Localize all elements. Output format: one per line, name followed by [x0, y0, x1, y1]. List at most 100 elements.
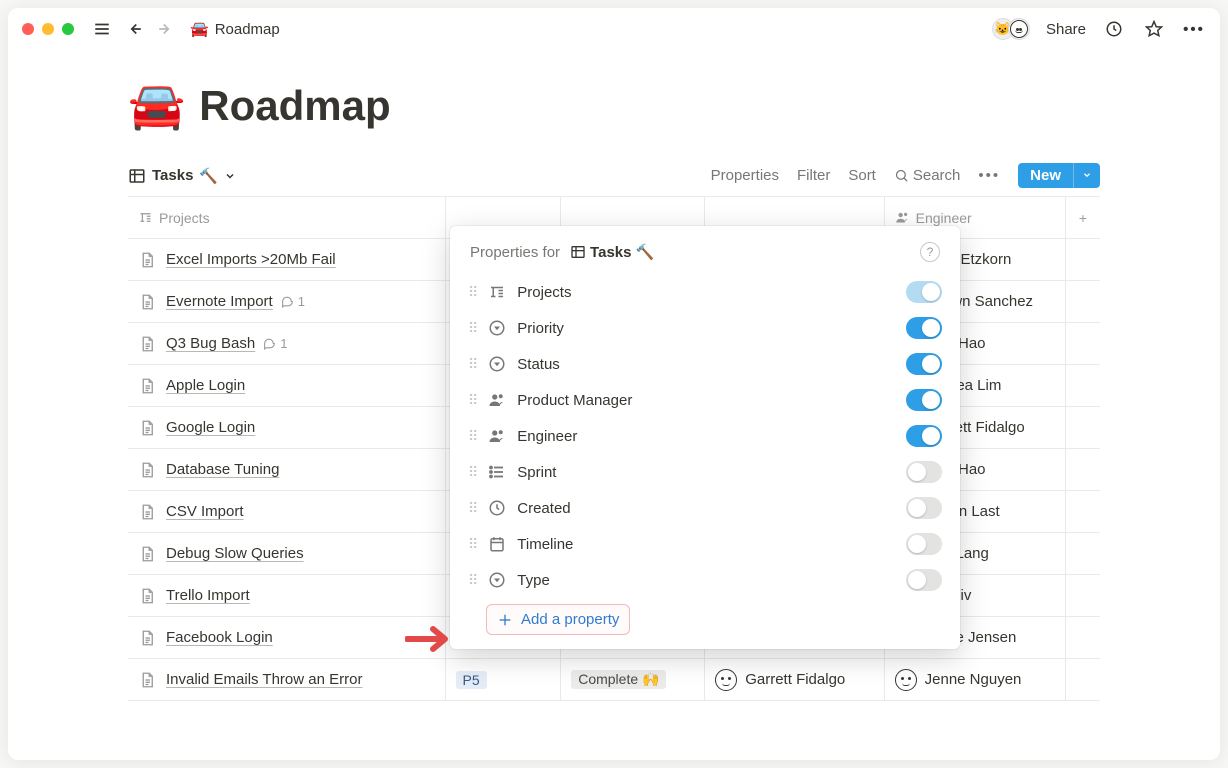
- property-label: Status: [517, 356, 560, 373]
- property-row[interactable]: ⠿ Timeline: [460, 526, 950, 562]
- presence-avatars[interactable]: 😺: [998, 18, 1030, 40]
- breadcrumb-icon: 🚘: [190, 20, 209, 38]
- add-property-label: Add a property: [521, 611, 619, 628]
- search-button[interactable]: Search: [894, 167, 961, 184]
- close-window-button[interactable]: [22, 23, 34, 35]
- visibility-toggle[interactable]: [906, 389, 942, 411]
- help-icon[interactable]: ?: [920, 242, 940, 262]
- view-switcher[interactable]: Tasks 🔨: [128, 167, 236, 185]
- property-label: Type: [517, 572, 550, 589]
- new-button[interactable]: New: [1018, 163, 1100, 188]
- page-icon[interactable]: 🚘: [128, 78, 185, 133]
- cell-project[interactable]: Q3 Bug Bash 1: [128, 323, 446, 364]
- column-header-projects[interactable]: Projects: [128, 197, 446, 238]
- page-title-text[interactable]: Roadmap: [199, 82, 390, 130]
- maximize-window-button[interactable]: [62, 23, 74, 35]
- breadcrumb[interactable]: 🚘 Roadmap: [190, 20, 280, 38]
- comment-badge[interactable]: 1: [281, 294, 305, 309]
- add-column-button[interactable]: +: [1066, 197, 1100, 238]
- nav-back-button[interactable]: [122, 17, 146, 41]
- visibility-toggle[interactable]: [906, 569, 942, 591]
- drag-handle-icon[interactable]: ⠿: [468, 500, 477, 517]
- chevron-down-icon: [224, 170, 236, 182]
- favorite-icon[interactable]: [1142, 17, 1166, 41]
- property-type-icon: [487, 427, 507, 445]
- cell-pm[interactable]: Garrett Fidalgo: [705, 659, 884, 700]
- drag-handle-icon[interactable]: ⠿: [468, 320, 477, 337]
- cell-engineer[interactable]: Jenne Nguyen: [885, 659, 1066, 700]
- table-icon: [128, 167, 146, 185]
- property-row[interactable]: ⠿ Sprint: [460, 454, 950, 490]
- new-button-label: New: [1018, 163, 1073, 188]
- property-type-icon: [487, 391, 507, 409]
- plus-icon: [497, 612, 513, 628]
- priority-chip: P5: [456, 671, 487, 689]
- cell-empty: [1066, 365, 1100, 406]
- cell-project[interactable]: Excel Imports >20Mb Fail: [128, 239, 446, 280]
- avatar: [1008, 18, 1030, 40]
- filter-button[interactable]: Filter: [797, 167, 830, 184]
- cell-project[interactable]: Facebook Login: [128, 617, 446, 658]
- cell-project[interactable]: Trello Import: [128, 575, 446, 616]
- popover-view-name: Tasks: [590, 244, 631, 261]
- property-row[interactable]: ⠿ Status: [460, 346, 950, 382]
- updates-icon[interactable]: [1102, 17, 1126, 41]
- visibility-toggle[interactable]: [906, 281, 942, 303]
- project-name: Database Tuning: [166, 461, 279, 478]
- cell-priority[interactable]: P5: [446, 659, 562, 700]
- property-row[interactable]: ⠿ Priority: [460, 310, 950, 346]
- property-type-icon: [487, 319, 507, 337]
- project-name: Evernote Import: [166, 293, 273, 310]
- window-controls: [22, 23, 74, 35]
- property-label: Created: [517, 500, 570, 517]
- nav-forward-button[interactable]: [154, 17, 178, 41]
- comment-badge[interactable]: 1: [263, 336, 287, 351]
- drag-handle-icon[interactable]: ⠿: [468, 536, 477, 553]
- properties-button[interactable]: Properties: [711, 167, 779, 184]
- add-property-button[interactable]: Add a property: [486, 604, 630, 635]
- cell-project[interactable]: Google Login: [128, 407, 446, 448]
- cell-project[interactable]: Apple Login: [128, 365, 446, 406]
- property-row[interactable]: ⠿ Type: [460, 562, 950, 598]
- new-button-caret[interactable]: [1073, 163, 1100, 188]
- minimize-window-button[interactable]: [42, 23, 54, 35]
- property-row[interactable]: ⠿ Product Manager: [460, 382, 950, 418]
- visibility-toggle[interactable]: [906, 353, 942, 375]
- sort-button[interactable]: Sort: [848, 167, 876, 184]
- visibility-toggle[interactable]: [906, 461, 942, 483]
- avatar-icon: [895, 669, 917, 691]
- visibility-toggle[interactable]: [906, 425, 942, 447]
- more-menu-icon[interactable]: •••: [1182, 17, 1206, 41]
- app-window: 🚘 Roadmap 😺 Share ••• 🚘 Roadmap: [8, 8, 1220, 760]
- popover-prefix: Properties for: [470, 244, 560, 261]
- cell-empty: [1066, 575, 1100, 616]
- property-row[interactable]: ⠿ Created: [460, 490, 950, 526]
- drag-handle-icon[interactable]: ⠿: [468, 572, 477, 589]
- table-row[interactable]: Invalid Emails Throw an Error P5 Complete …: [128, 659, 1100, 701]
- cell-project[interactable]: Database Tuning: [128, 449, 446, 490]
- drag-handle-icon[interactable]: ⠿: [468, 284, 477, 301]
- drag-handle-icon[interactable]: ⠿: [468, 356, 477, 373]
- cell-project[interactable]: Evernote Import 1: [128, 281, 446, 322]
- annotation-arrow-icon: [405, 621, 453, 662]
- visibility-toggle[interactable]: [906, 317, 942, 339]
- drag-handle-icon[interactable]: ⠿: [468, 464, 477, 481]
- cell-status[interactable]: Complete 🙌: [561, 659, 705, 700]
- view-more-icon[interactable]: •••: [978, 167, 1000, 184]
- drag-handle-icon[interactable]: ⠿: [468, 392, 477, 409]
- cell-project[interactable]: Debug Slow Queries: [128, 533, 446, 574]
- cell-empty: [1066, 323, 1100, 364]
- property-row[interactable]: ⠿ Engineer: [460, 418, 950, 454]
- sidebar-toggle-icon[interactable]: [90, 17, 114, 41]
- cell-project[interactable]: CSV Import: [128, 491, 446, 532]
- cell-empty: [1066, 659, 1100, 700]
- share-button[interactable]: Share: [1046, 21, 1086, 38]
- property-label: Timeline: [517, 536, 573, 553]
- cell-project[interactable]: Invalid Emails Throw an Error: [128, 659, 446, 700]
- property-row[interactable]: ⠿ Projects: [460, 274, 950, 310]
- visibility-toggle[interactable]: [906, 533, 942, 555]
- drag-handle-icon[interactable]: ⠿: [468, 428, 477, 445]
- visibility-toggle[interactable]: [906, 497, 942, 519]
- page-title: 🚘 Roadmap: [128, 78, 1100, 133]
- project-name: Q3 Bug Bash: [166, 335, 255, 352]
